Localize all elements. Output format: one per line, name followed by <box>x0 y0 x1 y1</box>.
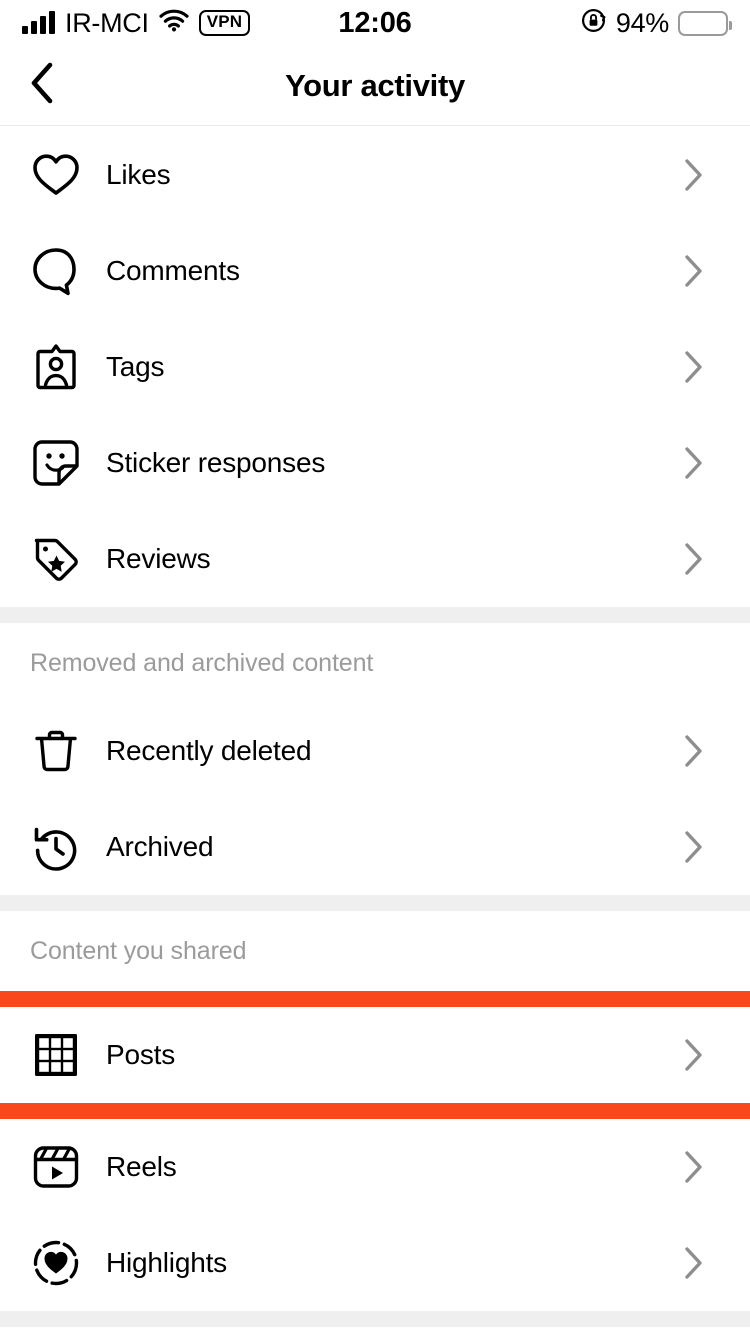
list-item-reviews[interactable]: Reviews <box>0 511 750 607</box>
rotation-lock-icon <box>580 7 607 39</box>
grid-icon <box>30 1029 82 1081</box>
chevron-right-icon <box>676 542 710 576</box>
chevron-right-icon <box>676 1246 710 1280</box>
chevron-right-icon <box>676 158 710 192</box>
section-header-removed-archived: Removed and archived content <box>30 648 374 677</box>
list-item-likes[interactable]: Likes <box>0 127 750 223</box>
trash-icon <box>30 725 82 777</box>
list-item-archived[interactable]: Archived <box>0 799 750 895</box>
nav-bar: Your activity <box>0 46 750 126</box>
battery-percent: 94% <box>615 7 670 38</box>
comment-bubble-icon <box>30 245 82 297</box>
list-item-tags[interactable]: Tags <box>0 319 750 415</box>
status-bar-left: IR-MCI VPN <box>22 9 338 37</box>
list-item-label: Reels <box>106 1151 177 1182</box>
list-item-label: Archived <box>106 831 214 862</box>
list-item-label: Comments <box>106 255 240 286</box>
list-item-posts[interactable]: Posts <box>0 1007 750 1103</box>
cellular-signal-icon <box>22 11 55 34</box>
list-item-label: Recently deleted <box>106 735 312 766</box>
section-divider <box>0 1311 750 1327</box>
chevron-right-icon <box>676 254 710 288</box>
list-item-label: Tags <box>106 351 165 382</box>
highlight-bar-bottom <box>0 1103 750 1119</box>
price-tag-star-icon <box>30 533 82 585</box>
status-bar-clock: 12:06 <box>338 6 412 39</box>
sticker-smiley-icon <box>30 437 82 489</box>
vpn-badge: VPN <box>198 10 251 36</box>
highlights-heart-icon <box>30 1237 82 1289</box>
list-item-recently-deleted[interactable]: Recently deleted <box>0 703 750 799</box>
chevron-right-icon <box>676 446 710 480</box>
heart-icon <box>30 149 82 201</box>
tag-person-icon <box>30 341 82 393</box>
list-item-sticker-responses[interactable]: Sticker responses <box>0 415 750 511</box>
carrier-name: IR-MCI <box>65 7 149 38</box>
battery-icon <box>678 10 733 36</box>
list-item-highlights[interactable]: Highlights <box>0 1215 750 1311</box>
status-bar: IR-MCI VPN 12:06 94% <box>0 0 750 46</box>
status-bar-center: 12:06 <box>338 6 412 39</box>
reels-clapper-icon <box>30 1141 82 1193</box>
page-title: Your activity <box>285 67 465 103</box>
phone-screen: IR-MCI VPN 12:06 94% Your activity Likes… <box>0 0 750 1334</box>
list-item-label: Highlights <box>106 1247 227 1278</box>
section-header-content-you-shared: Content you shared <box>30 936 247 965</box>
activity-list: Likes Comments Tags Sticker responses Re… <box>0 127 750 1327</box>
chevron-right-icon <box>676 1150 710 1184</box>
chevron-right-icon <box>676 350 710 384</box>
chevron-right-icon <box>676 830 710 864</box>
list-item-reels[interactable]: Reels <box>0 1119 750 1215</box>
clock-history-icon <box>30 821 82 873</box>
list-item-label: Likes <box>106 159 171 190</box>
wifi-icon <box>159 9 189 37</box>
chevron-right-icon <box>676 1038 710 1072</box>
chevron-right-icon <box>676 734 710 768</box>
section-divider <box>0 607 750 623</box>
section-divider <box>0 895 750 911</box>
list-item-label: Sticker responses <box>106 447 326 478</box>
list-item-label: Reviews <box>106 543 211 574</box>
status-bar-right: 94% <box>412 7 733 39</box>
highlight-bar-top <box>0 991 750 1007</box>
list-item-comments[interactable]: Comments <box>0 223 750 319</box>
list-item-label: Posts <box>106 1039 176 1070</box>
